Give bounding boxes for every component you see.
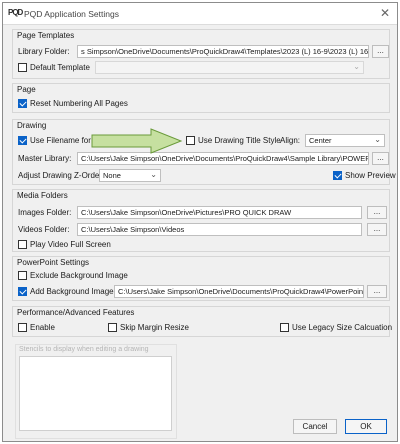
powerpoint-title: PowerPoint Settings [17,258,90,267]
images-folder-input[interactable]: C:\Users\Jake Simpson\OneDrive\Pictures\… [77,206,362,219]
play-fullscreen-label: Play Video Full Screen [30,240,111,249]
images-folder-label: Images Folder: [18,208,72,217]
chevron-down-icon: ⌄ [374,135,381,144]
media-folders-group: Media Folders Images Folder: C:\Users\Ja… [12,189,390,252]
library-folder-input[interactable]: s Simpson\OneDrive\Documents\ProQuickDra… [77,45,369,58]
cancel-button[interactable]: Cancel [293,419,337,434]
add-background-browse-button[interactable]: ... [367,285,387,298]
window-title: PQD Application Settings [24,9,119,19]
play-fullscreen-checkbox[interactable] [18,240,27,249]
z-order-select[interactable]: None ⌄ [99,169,161,182]
media-folders-title: Media Folders [17,191,68,200]
default-template-label: Default Template [30,63,90,72]
default-template-checkbox[interactable] [18,63,27,72]
videos-folder-browse-button[interactable]: ... [367,223,387,236]
powerpoint-group: PowerPoint Settings Exclude Background I… [12,256,390,301]
add-background-input[interactable]: C:\Users\Jake Simpson\OneDrive\Documents… [114,285,364,298]
videos-folder-input[interactable]: C:\Users\Jake Simpson\Videos [77,223,362,236]
chevron-down-icon: ⌄ [353,62,360,71]
ok-button[interactable]: OK [345,419,387,434]
default-template-select[interactable]: ⌄ [95,61,364,74]
page-templates-group: Page Templates Library Folder: s Simpson… [12,29,390,79]
page-templates-title: Page Templates [17,31,75,40]
performance-group: Performance/Advanced Features Enable Ski… [12,306,393,337]
show-preview-label: Show Preview [345,171,396,180]
add-background-checkbox[interactable] [18,287,27,296]
align-label: Align: [280,136,301,145]
performance-title: Performance/Advanced Features [17,308,135,317]
stencils-list[interactable] [19,356,172,431]
reset-numbering-label: Reset Numbering All Pages [30,99,128,108]
images-folder-browse-button[interactable]: ... [367,206,387,219]
master-library-label: Master Library: [18,154,72,163]
page-title: Page [17,85,36,94]
videos-folder-label: Videos Folder: [18,225,70,234]
drawing-title: Drawing [17,121,47,130]
legacy-size-checkbox[interactable] [280,323,289,332]
skip-margin-label: Skip Margin Resize [120,323,189,332]
master-library-browse-button[interactable]: ... [372,152,389,165]
legacy-size-label: Use Legacy Size Calcuation [292,323,393,332]
stencils-title: Stencils to display when editing a drawi… [19,346,149,353]
skip-margin-checkbox[interactable] [108,323,117,332]
exclude-background-checkbox[interactable] [18,271,27,280]
library-folder-label: Library Folder: [18,47,70,56]
page-group: Page Reset Numbering All Pages [12,83,390,113]
use-title-style-checkbox[interactable] [186,136,195,145]
settings-dialog: PQD PQD Application Settings ✕ Page Temp… [2,2,398,442]
library-folder-browse-button[interactable]: ... [372,45,389,58]
use-title-style-label: Use Drawing Title Style [198,136,281,145]
align-select[interactable]: Center ⌄ [305,134,385,147]
enable-checkbox[interactable] [18,323,27,332]
use-filename-checkbox[interactable] [18,136,27,145]
reset-numbering-checkbox[interactable] [18,99,27,108]
add-background-label: Add Background Image [30,287,114,296]
stencils-group: Stencils to display when editing a drawi… [15,344,177,439]
chevron-down-icon: ⌄ [150,170,157,179]
z-order-label: Adjust Drawing Z-Order [18,171,103,180]
annotation-arrow-icon [91,128,183,154]
show-preview-checkbox[interactable] [333,171,342,180]
close-icon[interactable]: ✕ [380,6,390,20]
app-logo-icon: PQD [8,8,23,17]
drawing-group: Drawing Use Filename for Title Use Drawi… [12,119,396,185]
exclude-background-label: Exclude Background Image [30,271,128,280]
title-bar: PQD PQD Application Settings ✕ [3,3,397,25]
enable-label: Enable [30,323,55,332]
